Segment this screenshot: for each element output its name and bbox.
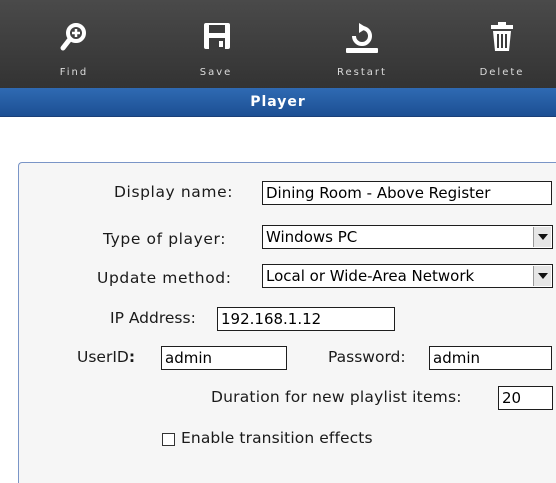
- save-label: Save: [199, 67, 233, 78]
- trash-icon: [491, 22, 513, 51]
- ip-address-field[interactable]: 192.168.1.12: [217, 307, 395, 331]
- find-icon: [60, 23, 86, 51]
- userid-field[interactable]: admin: [161, 346, 287, 370]
- duration-field[interactable]: 20: [498, 386, 553, 410]
- duration-label: Duration for new playlist items:: [211, 388, 462, 406]
- display-name-field[interactable]: Dining Room - Above Register: [262, 181, 552, 205]
- update-method-label: Update method:: [97, 269, 232, 287]
- find-button[interactable]: Find: [38, 0, 110, 88]
- transition-checkbox[interactable]: [162, 433, 175, 446]
- ip-address-label: IP Address:: [110, 309, 196, 327]
- player-type-select[interactable]: Windows PC: [262, 225, 553, 249]
- toolbar: Find Save Restart Delete: [0, 0, 556, 88]
- restart-button[interactable]: Restart: [322, 0, 402, 88]
- chevron-down-icon[interactable]: [533, 266, 551, 286]
- player-type-label: Type of player:: [103, 230, 227, 248]
- password-label: Password:: [328, 348, 406, 366]
- restart-label: Restart: [337, 67, 387, 78]
- delete-label: Delete: [479, 67, 525, 78]
- transition-label[interactable]: Enable transition effects: [181, 429, 373, 447]
- restart-icon: [346, 23, 378, 53]
- delete-button[interactable]: Delete: [462, 0, 542, 88]
- player-type-value: Windows PC: [266, 228, 358, 246]
- update-method-value: Local or Wide-Area Network: [266, 267, 475, 285]
- page-title: Player: [0, 88, 556, 117]
- userid-label: UserID:: [77, 348, 136, 366]
- update-method-select[interactable]: Local or Wide-Area Network: [262, 264, 553, 288]
- display-name-label: Display name:: [114, 183, 234, 201]
- save-icon: [204, 23, 230, 49]
- password-field[interactable]: admin: [429, 346, 552, 370]
- chevron-down-icon[interactable]: [533, 227, 551, 247]
- find-label: Find: [59, 67, 89, 78]
- save-button[interactable]: Save: [180, 0, 252, 88]
